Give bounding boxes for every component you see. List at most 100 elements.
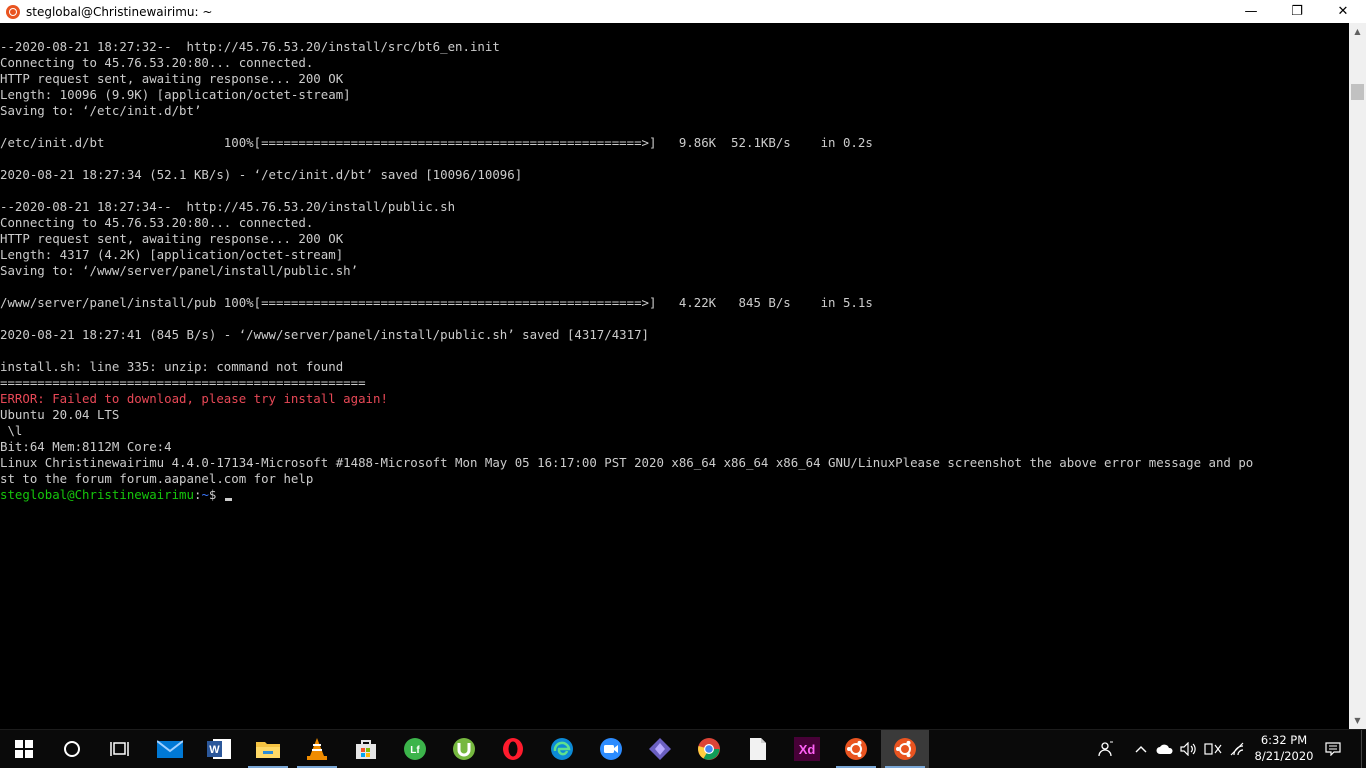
terminal-line: Bit:64 Mem:8112M Core:4 xyxy=(0,439,172,454)
window-title: steglobal@Christinewairimu: ~ xyxy=(26,4,213,19)
taskbar: W Lf Xd 6:32 PM 8/21/2020 xyxy=(0,729,1366,768)
taskbar-adobe-xd[interactable]: Xd xyxy=(783,730,831,768)
terminal-prompt-line[interactable]: steglobal@Christinewairimu:~$ xyxy=(0,487,1349,503)
show-desktop-button[interactable] xyxy=(1361,730,1366,768)
terminal-line: ========================================… xyxy=(0,375,366,390)
terminal-line: st to the forum forum.aapanel.com for he… xyxy=(0,471,314,486)
task-view-button[interactable] xyxy=(96,730,144,768)
ubuntu-icon xyxy=(845,738,867,760)
zoom-icon xyxy=(600,738,622,760)
search-circle-icon xyxy=(64,741,80,757)
prompt-symbol: $ xyxy=(208,487,224,502)
prompt-path: ~ xyxy=(201,487,209,502)
clock-date: 8/21/2020 xyxy=(1254,749,1314,763)
scroll-down-icon: ▼ xyxy=(1354,716,1361,725)
adobe-xd-icon: Xd xyxy=(794,737,820,761)
store-bag-icon xyxy=(356,740,376,759)
adobe-xd-icon-letters: Xd xyxy=(799,742,816,757)
terminal-line: Connecting to 45.76.53.20:80... connecte… xyxy=(0,55,314,70)
cloud-icon xyxy=(1156,744,1173,754)
taskbar-document[interactable] xyxy=(734,730,782,768)
prompt-user-host: steglobal@Christinewairimu xyxy=(0,487,194,502)
terminal-line: install.sh: line 335: unzip: command not… xyxy=(0,359,344,374)
minimize-icon: — xyxy=(1244,4,1258,19)
terminal-line: \l xyxy=(0,423,23,438)
scroll-down-arrow[interactable]: ▼ xyxy=(1349,712,1366,729)
taskbar-zoom[interactable] xyxy=(587,730,635,768)
terminal-line: --2020-08-21 18:27:34-- http://45.76.53.… xyxy=(0,199,456,214)
keyboard-ime-icon xyxy=(1204,743,1222,755)
terminal-line: Connecting to 45.76.53.20:80... connecte… xyxy=(0,215,314,230)
taskbar-store[interactable] xyxy=(342,730,390,768)
word-icon-letter: W xyxy=(209,744,220,756)
vlc-cone-icon xyxy=(307,738,327,760)
people-button[interactable] xyxy=(1094,730,1118,768)
people-icon xyxy=(1098,741,1113,757)
search-button[interactable] xyxy=(48,730,96,768)
terminal-area[interactable]: --2020-08-21 18:27:32-- http://45.76.53.… xyxy=(0,23,1349,729)
input-method-button[interactable] xyxy=(1202,730,1224,768)
wifi-icon xyxy=(1230,742,1244,756)
terminal-line: Linux Christinewairimu 4.4.0-17134-Micro… xyxy=(0,455,1254,470)
scroll-up-icon: ▲ xyxy=(1354,27,1361,36)
start-button[interactable] xyxy=(0,730,48,768)
terminal-line: 2020-08-21 18:27:41 (845 B/s) - ‘/www/se… xyxy=(0,327,650,342)
terminal-line: /etc/init.d/bt 100%[====================… xyxy=(0,135,873,150)
taskbar-ubuntu[interactable] xyxy=(832,730,880,768)
windows-logo-icon xyxy=(15,740,33,758)
terminal-line: Length: 4317 (4.2K) [application/octet-s… xyxy=(0,247,344,262)
taskbar-app-diamond[interactable] xyxy=(636,730,684,768)
taskbar-vlc[interactable] xyxy=(293,730,341,768)
folder-icon xyxy=(256,742,280,758)
terminal-line: Ubuntu 20.04 LTS xyxy=(0,407,120,422)
terminal-line: --2020-08-21 18:27:32-- http://45.76.53.… xyxy=(0,39,500,54)
notification-icon xyxy=(1325,742,1341,756)
taskbar-opera[interactable] xyxy=(489,730,537,768)
minimize-button[interactable]: — xyxy=(1228,0,1274,23)
maximize-button[interactable]: ❐ xyxy=(1274,0,1320,23)
taskbar-ubuntu-active[interactable] xyxy=(881,730,929,768)
network-button[interactable] xyxy=(1226,730,1248,768)
close-button[interactable]: ✕ xyxy=(1320,0,1366,23)
action-center-button[interactable] xyxy=(1320,730,1346,768)
taskbar-mail[interactable] xyxy=(146,730,194,768)
terminal-line: HTTP request sent, awaiting response... … xyxy=(0,231,344,246)
scroll-thumb[interactable] xyxy=(1351,84,1364,100)
taskbar-file-explorer[interactable] xyxy=(244,730,292,768)
mail-icon xyxy=(157,740,183,758)
chevron-up-icon xyxy=(1135,746,1147,753)
show-hidden-icons-button[interactable] xyxy=(1132,730,1150,768)
diamond-app-icon xyxy=(649,738,671,760)
vertical-scrollbar[interactable]: ▲ ▼ xyxy=(1349,23,1366,729)
opera-icon xyxy=(503,738,523,760)
terminal-line: Saving to: ‘/etc/init.d/bt’ xyxy=(0,103,202,118)
window-titlebar: steglobal@Christinewairimu: ~ — ❐ ✕ xyxy=(0,0,1366,23)
terminal-output: --2020-08-21 18:27:32-- http://45.76.53.… xyxy=(0,23,1349,503)
terminal-error-line: ERROR: Failed to download, please try in… xyxy=(0,391,388,406)
utorrent-icon xyxy=(453,738,475,760)
document-icon xyxy=(750,738,766,760)
terminal-line: /www/server/panel/install/pub 100%[=====… xyxy=(0,295,873,310)
onedrive-button[interactable] xyxy=(1154,730,1176,768)
window-controls: — ❐ ✕ xyxy=(1228,0,1366,23)
taskbar-edge[interactable] xyxy=(538,730,586,768)
terminal-line: 2020-08-21 18:27:34 (52.1 KB/s) - ‘/etc/… xyxy=(0,167,523,182)
taskbar-lf[interactable]: Lf xyxy=(391,730,439,768)
taskbar-chrome[interactable] xyxy=(685,730,733,768)
close-icon: ✕ xyxy=(1337,4,1349,19)
terminal-line: Saving to: ‘/www/server/panel/install/pu… xyxy=(0,263,359,278)
terminal-line: Length: 10096 (9.9K) [application/octet-… xyxy=(0,87,351,102)
ubuntu-icon xyxy=(894,738,916,760)
ubuntu-icon xyxy=(6,4,20,19)
volume-button[interactable] xyxy=(1178,730,1200,768)
lf-icon: Lf xyxy=(404,738,426,760)
taskbar-word[interactable]: W xyxy=(195,730,243,768)
clock[interactable]: 6:32 PM 8/21/2020 xyxy=(1248,732,1320,764)
scroll-up-arrow[interactable]: ▲ xyxy=(1349,23,1366,40)
taskbar-utorrent[interactable] xyxy=(440,730,488,768)
